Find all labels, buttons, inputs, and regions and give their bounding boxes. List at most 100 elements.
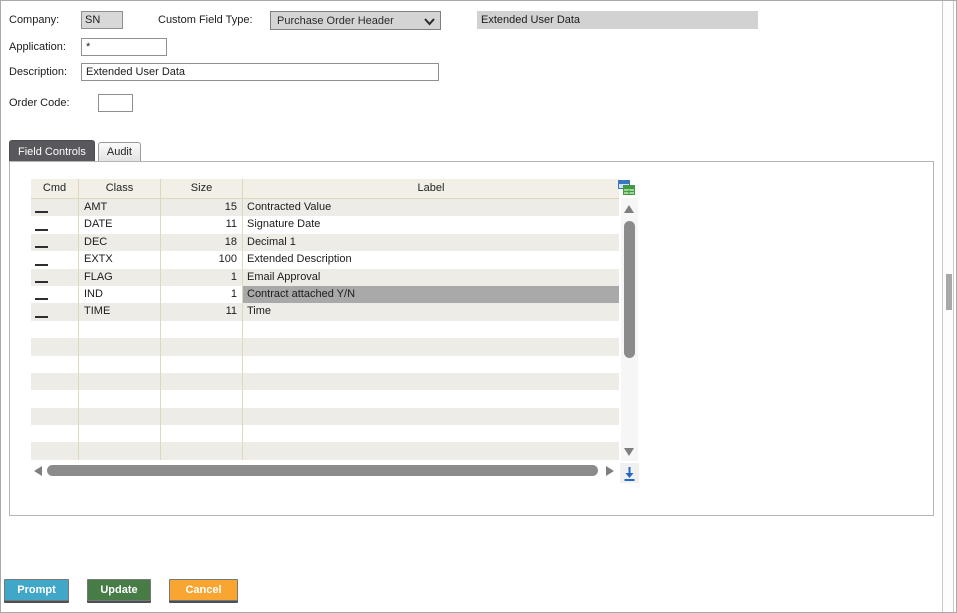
empty-cell bbox=[31, 407, 79, 426]
cell-size[interactable]: 1 bbox=[161, 268, 243, 286]
cell-size[interactable]: 11 bbox=[161, 303, 243, 321]
page-vertical-scrollbar[interactable] bbox=[942, 1, 954, 612]
cmd-entry-line bbox=[35, 280, 48, 283]
cell-class[interactable]: DEC bbox=[79, 233, 161, 252]
vertical-scrollbar-thumb[interactable] bbox=[624, 221, 635, 358]
table-row[interactable]: AMT 15 Contracted Value bbox=[31, 199, 619, 217]
cmd-entry-line bbox=[35, 298, 48, 301]
empty-cell bbox=[31, 425, 79, 443]
scroll-left-arrow-icon[interactable] bbox=[34, 466, 42, 476]
scroll-up-arrow-icon[interactable] bbox=[624, 205, 634, 213]
column-header-cmd[interactable]: Cmd bbox=[31, 179, 79, 198]
empty-cell bbox=[243, 425, 619, 442]
table-row[interactable]: FLAG 1 Email Approval bbox=[31, 268, 619, 286]
cell-label[interactable]: Email Approval bbox=[243, 269, 619, 286]
cell-label[interactable]: Contracted Value bbox=[243, 199, 619, 216]
cell-class[interactable]: FLAG bbox=[79, 268, 161, 286]
update-button[interactable]: Update bbox=[87, 579, 151, 601]
table-row[interactable]: IND 1 Contract attached Y/N bbox=[31, 285, 619, 304]
scroll-down-arrow-icon[interactable] bbox=[624, 448, 634, 456]
tab-field-controls[interactable]: Field Controls bbox=[9, 140, 95, 162]
cell-size[interactable]: 1 bbox=[161, 285, 243, 304]
empty-cell bbox=[31, 320, 79, 339]
company-field[interactable]: SN bbox=[81, 11, 123, 29]
table-empty-row bbox=[31, 442, 619, 460]
cell-cmd[interactable] bbox=[31, 285, 79, 304]
empty-cell bbox=[79, 442, 161, 460]
cell-cmd[interactable] bbox=[31, 303, 79, 321]
empty-cell bbox=[161, 407, 243, 426]
empty-cell bbox=[161, 372, 243, 391]
cell-cmd[interactable] bbox=[31, 199, 79, 217]
cell-cmd[interactable] bbox=[31, 268, 79, 286]
empty-cell bbox=[161, 338, 243, 356]
table-empty-row bbox=[31, 425, 619, 443]
cell-label[interactable]: Contract attached Y/N bbox=[243, 285, 619, 304]
custom-field-setup-window: Company: SN Custom Field Type: Purchase … bbox=[0, 0, 957, 613]
cell-class[interactable]: EXTX bbox=[79, 251, 161, 269]
empty-cell bbox=[79, 390, 161, 408]
empty-cell bbox=[31, 338, 79, 356]
custom-field-type-value: Purchase Order Header bbox=[277, 14, 394, 27]
cell-label[interactable]: Extended Description bbox=[243, 251, 619, 268]
empty-cell bbox=[79, 320, 161, 339]
cell-label[interactable]: Signature Date bbox=[243, 216, 619, 233]
empty-cell bbox=[79, 425, 161, 443]
cell-cmd[interactable] bbox=[31, 251, 79, 269]
application-label: Application: bbox=[9, 41, 66, 53]
empty-cell bbox=[243, 338, 619, 355]
cell-label[interactable]: Decimal 1 bbox=[243, 234, 619, 251]
empty-cell bbox=[161, 425, 243, 443]
empty-cell bbox=[31, 355, 79, 373]
empty-cell bbox=[79, 372, 161, 391]
order-code-field[interactable] bbox=[98, 94, 133, 112]
description-field[interactable]: Extended User Data bbox=[81, 63, 439, 81]
scroll-to-bottom-icon[interactable] bbox=[620, 463, 639, 483]
cell-class[interactable]: TIME bbox=[79, 303, 161, 321]
column-header-label[interactable]: Label bbox=[243, 179, 619, 198]
empty-cell bbox=[79, 338, 161, 356]
cancel-button[interactable]: Cancel bbox=[169, 579, 238, 601]
table-row[interactable]: DATE 11 Signature Date bbox=[31, 216, 619, 234]
table-vertical-scrollbar[interactable] bbox=[621, 198, 638, 461]
cell-class[interactable]: IND bbox=[79, 285, 161, 304]
table-row[interactable]: EXTX 100 Extended Description bbox=[31, 251, 619, 269]
cell-size[interactable]: 18 bbox=[161, 233, 243, 252]
grid-table-icon[interactable] bbox=[617, 178, 636, 197]
application-field[interactable]: * bbox=[81, 38, 167, 56]
horizontal-scrollbar-thumb[interactable] bbox=[47, 465, 598, 476]
cell-size[interactable]: 11 bbox=[161, 216, 243, 234]
cell-cmd[interactable] bbox=[31, 233, 79, 252]
scroll-right-arrow-icon[interactable] bbox=[606, 466, 614, 476]
custom-field-type-label: Custom Field Type: bbox=[158, 14, 253, 26]
cell-size[interactable]: 100 bbox=[161, 251, 243, 269]
column-header-class[interactable]: Class bbox=[79, 179, 161, 198]
cmd-entry-line bbox=[35, 263, 48, 266]
tab-audit[interactable]: Audit bbox=[97, 142, 141, 162]
empty-cell bbox=[31, 372, 79, 391]
prompt-button[interactable]: Prompt bbox=[4, 579, 69, 601]
cell-cmd[interactable] bbox=[31, 216, 79, 234]
table-row[interactable]: DEC 18 Decimal 1 bbox=[31, 233, 619, 252]
custom-field-type-display: Extended User Data bbox=[477, 11, 758, 29]
page-scrollbar-thumb[interactable] bbox=[946, 274, 952, 310]
cmd-entry-line bbox=[35, 211, 48, 214]
chevron-down-icon[interactable] bbox=[424, 16, 435, 27]
empty-cell bbox=[31, 390, 79, 408]
empty-cell bbox=[161, 355, 243, 373]
cell-size[interactable]: 15 bbox=[161, 199, 243, 217]
company-label: Company: bbox=[9, 14, 60, 26]
column-header-size[interactable]: Size bbox=[161, 179, 243, 198]
cell-class[interactable]: AMT bbox=[79, 199, 161, 217]
cmd-entry-line bbox=[35, 246, 48, 249]
empty-cell bbox=[161, 442, 243, 460]
empty-cell bbox=[243, 442, 619, 459]
empty-cell bbox=[79, 355, 161, 373]
table-row[interactable]: TIME 11 Time bbox=[31, 303, 619, 321]
cell-class[interactable]: DATE bbox=[79, 216, 161, 234]
empty-cell bbox=[243, 356, 619, 373]
custom-field-type-dropdown[interactable]: Purchase Order Header bbox=[270, 11, 441, 30]
cell-label[interactable]: Time bbox=[243, 303, 619, 320]
table-header: Cmd Class Size Label bbox=[31, 179, 619, 199]
table-horizontal-scrollbar[interactable] bbox=[31, 462, 619, 479]
